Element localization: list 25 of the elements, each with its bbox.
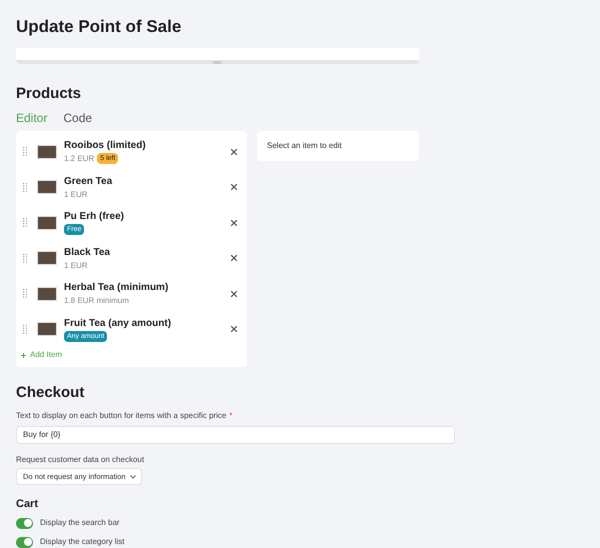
toggle-label: Display the search bar (40, 517, 120, 529)
toggle-label: Display the category list (40, 536, 124, 548)
required-mark: * (229, 411, 232, 421)
product-price: 1.2 EUR (64, 153, 94, 164)
product-row[interactable]: Green Tea 1 EUR (16, 170, 247, 205)
product-price: 1 EUR (64, 260, 88, 271)
product-name: Fruit Tea (any amount) (64, 316, 172, 330)
field-label: Text to display on each button for items with a specific price (16, 411, 226, 421)
product-name: Green Tea (64, 174, 114, 188)
product-row[interactable]: Herbal Tea (minimum) 1.8 EUR minimum (16, 276, 247, 312)
tab[interactable]: Code (63, 110, 92, 126)
product-price: 1 EUR (64, 188, 88, 200)
product-name: Herbal Tea (minimum) (64, 281, 170, 294)
subsection-heading: Cart (16, 498, 40, 511)
page-title: Update Point of Sale (16, 17, 182, 37)
input-field[interactable]: Buy for {0} (16, 426, 455, 444)
product-row[interactable]: Black Tea 1 EUR (16, 240, 247, 276)
section-heading: Checkout (16, 384, 86, 402)
section-heading: Products (16, 85, 82, 103)
field-label: Request customer data on checkout (16, 455, 146, 465)
product-price: 1.8 EUR minimum (64, 295, 129, 306)
editor-hint: Select an item to edit (267, 140, 342, 152)
product-name: Rooibos (limited) (64, 139, 147, 152)
product-name: Pu Erh (free) (64, 210, 126, 224)
product-name: Black Tea (64, 246, 111, 259)
